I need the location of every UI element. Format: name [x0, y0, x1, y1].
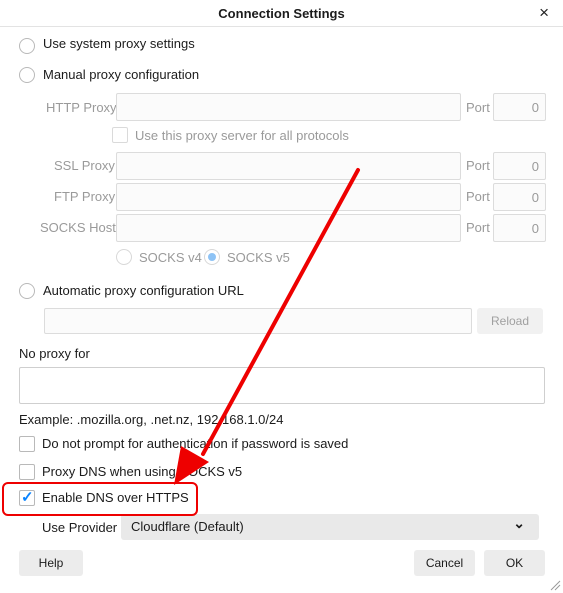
- annotation-arrow-icon: [174, 168, 360, 485]
